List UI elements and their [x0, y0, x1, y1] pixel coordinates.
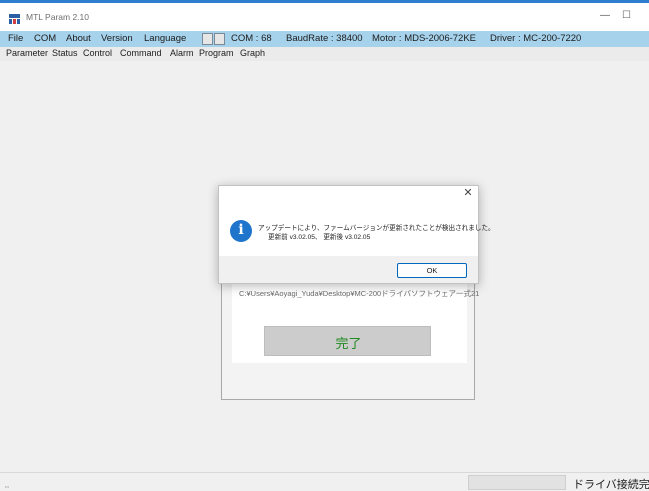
connection-status-text: ドライバ接続完了 [573, 479, 649, 491]
motor-info: Motor : MDS-2006-72KE [372, 33, 477, 44]
menu-alarm[interactable]: Alarm [170, 48, 194, 58]
info-icon: i [230, 220, 252, 242]
driver-info: Driver : MC-200-7220 [490, 33, 582, 44]
menu-version[interactable]: Version [101, 33, 133, 44]
resize-grip-icon[interactable]: ⣀ [4, 479, 10, 488]
toolbar-toggle-2[interactable] [214, 33, 225, 45]
status-panel [468, 475, 566, 490]
toolbar-toggle-1[interactable] [202, 33, 213, 45]
status-bar: ⣀ ドライバ接続完了 [0, 472, 649, 491]
title-bar: MTL Param 2.10 — ☐ [0, 8, 649, 30]
menu-status[interactable]: Status [52, 48, 78, 58]
app-logo-icon [8, 12, 21, 25]
dialog-message-line2: 更新前 v3.02.05、 更新後 v3.02.05 [268, 234, 371, 241]
menu-file[interactable]: File [8, 33, 23, 44]
menu-com[interactable]: COM [34, 33, 56, 44]
menu-parameter[interactable]: Parameter [6, 48, 48, 58]
install-path-text: C:¥Users¥Aoyagi_Yuda¥Desktop¥MC-200ドライバソ… [239, 289, 480, 298]
menu-language[interactable]: Language [144, 33, 186, 44]
window-title: MTL Param 2.10 [26, 12, 89, 22]
com-port-info: COM : 68 [231, 33, 272, 44]
menu-graph[interactable]: Graph [240, 48, 265, 58]
window-accent-line [0, 0, 649, 3]
minimize-button[interactable]: — [600, 10, 610, 21]
menu-program[interactable]: Program [199, 48, 234, 58]
baudrate-info: BaudRate : 38400 [286, 33, 363, 44]
ok-button[interactable]: OK [397, 263, 467, 278]
maximize-button[interactable]: ☐ [622, 10, 631, 21]
done-button[interactable]: 完了 [264, 326, 431, 356]
ok-button-label: OK [426, 266, 438, 275]
menu-command[interactable]: Command [120, 48, 162, 58]
menu-bar-sub: Parameter Status Control Command Alarm P… [0, 47, 649, 61]
menu-bar-main: File COM About Version Language COM : 68… [0, 31, 649, 47]
menu-control[interactable]: Control [83, 48, 112, 58]
close-icon[interactable]: ✕ [462, 187, 474, 199]
done-button-label: 完了 [335, 336, 362, 351]
menu-about[interactable]: About [66, 33, 91, 44]
